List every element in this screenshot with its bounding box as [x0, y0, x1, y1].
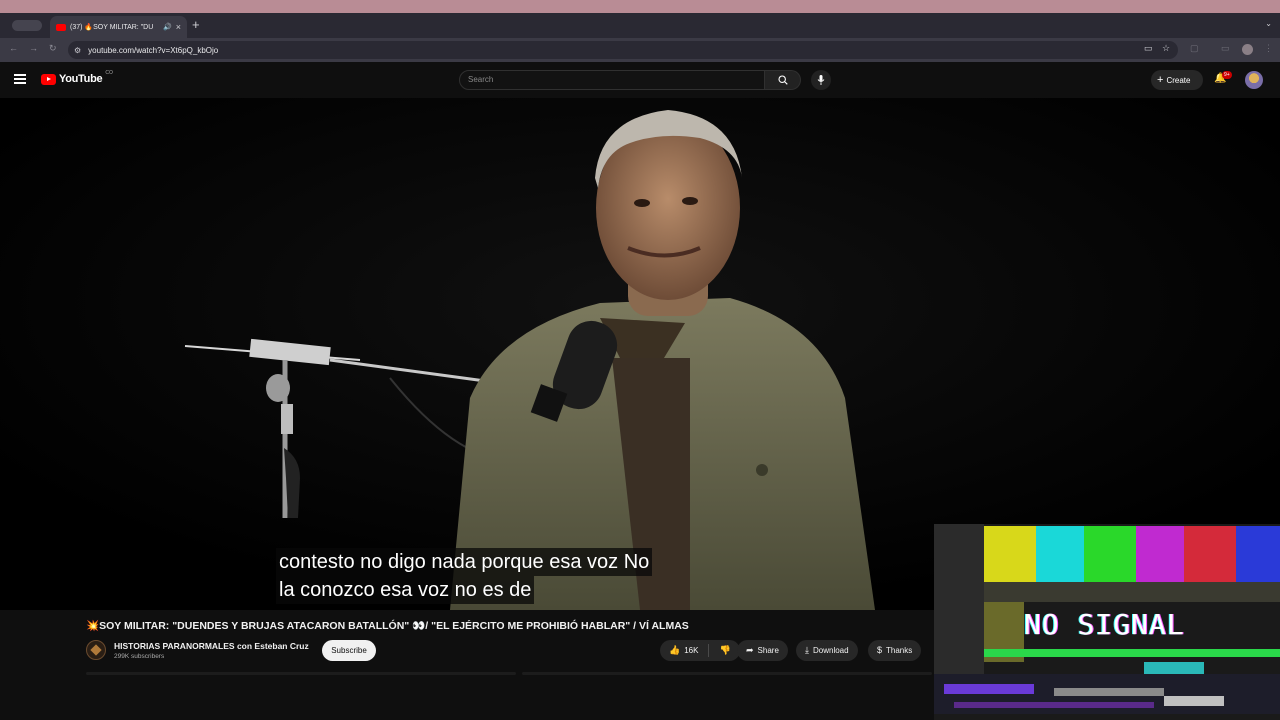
- thumbs-down-icon[interactable]: 👎: [719, 640, 730, 661]
- address-bar[interactable]: ⚙ youtube.com/watch?v=Xt6pQ_kbOjo: [68, 41, 1178, 59]
- youtube-favicon-icon: [56, 23, 66, 31]
- youtube-logo[interactable]: YouTube CO: [41, 70, 113, 85]
- subscriber-count: 299K subscribers: [114, 653, 165, 660]
- speaker-icon[interactable]: 🔊: [163, 23, 172, 31]
- microphone-icon: [817, 75, 825, 85]
- tab-search-chevron-icon[interactable]: ⌄: [1265, 19, 1272, 28]
- like-dislike-group: 👍 16K 👎: [660, 640, 740, 661]
- caption-line-1: contesto no digo nada porque esa voz No: [276, 548, 653, 576]
- reload-icon[interactable]: ↻: [49, 43, 57, 54]
- extensions-icon[interactable]: ▢: [1190, 43, 1199, 54]
- comments-edge: [522, 672, 932, 675]
- voice-search-button[interactable]: [811, 70, 831, 90]
- new-tab-plus-icon[interactable]: +: [192, 18, 200, 32]
- country-code: CO: [105, 70, 113, 76]
- thumbs-up-icon[interactable]: 👍: [669, 640, 680, 661]
- forward-arrow-icon[interactable]: →: [29, 43, 38, 53]
- search-icon: [777, 75, 788, 85]
- create-button[interactable]: + Create: [1151, 70, 1203, 90]
- thanks-button[interactable]: $ Thanks: [868, 640, 922, 661]
- create-label: Create: [1166, 76, 1191, 85]
- share-button[interactable]: ➦ Share: [737, 640, 788, 661]
- share-label: Share: [757, 646, 779, 655]
- browser-tab-youtube[interactable]: (37) 🔥SOY MILITAR: "DU 🔊 ×: [50, 16, 187, 38]
- browser-tab-strip: (37) 🔥SOY MILITAR: "DU 🔊 × + ⌄: [0, 13, 1280, 38]
- like-count[interactable]: 16K: [684, 640, 698, 661]
- search-button[interactable]: [765, 70, 801, 90]
- video-title-text: SOY MILITAR: "DUENDES Y BRUJAS ATACARON …: [99, 620, 689, 632]
- profile-avatar-icon[interactable]: [1242, 44, 1253, 55]
- title-emoji: 💥: [86, 620, 100, 632]
- reading-list-icon[interactable]: ▭: [1221, 43, 1230, 54]
- video-title: 💥SOY MILITAR: "DUENDES Y BRUJAS ATACARON…: [86, 619, 689, 632]
- youtube-play-icon: [41, 73, 56, 85]
- download-label: Download: [812, 646, 849, 655]
- download-button[interactable]: ⤓ Download: [796, 640, 858, 661]
- browser-toolbar: ← → ↻ ⚙ youtube.com/watch?v=Xt6pQ_kbOjo …: [0, 38, 1280, 62]
- caption-line-2: la conozco esa voz no es de: [276, 576, 535, 604]
- description-edge: [86, 672, 516, 675]
- share-arrow-icon: ➦: [746, 645, 754, 655]
- subscribe-button[interactable]: Subscribe: [322, 640, 376, 661]
- channel-avatar[interactable]: [86, 640, 106, 660]
- tab-title: (37) 🔥SOY MILITAR: "DU: [70, 24, 154, 31]
- youtube-wordmark: YouTube: [59, 73, 103, 85]
- url-text: youtube.com/watch?v=Xt6pQ_kbOjo: [88, 45, 219, 55]
- closed-captions: contesto no digo nada porque esa voz No …: [276, 548, 653, 604]
- close-tab-icon[interactable]: ×: [176, 22, 181, 32]
- account-avatar[interactable]: [1245, 71, 1263, 89]
- youtube-header: YouTube CO Search + Create 🔔 9+: [0, 62, 1280, 98]
- bookmark-star-icon[interactable]: ☆: [1162, 43, 1170, 54]
- no-signal-overlay: NO SIGNAL: [934, 524, 1280, 720]
- tab-group-pill[interactable]: [12, 20, 42, 31]
- channel-name[interactable]: HISTORIAS PARANORMALES con Esteban Cruz: [114, 641, 309, 651]
- download-arrow-icon: ⤓: [805, 645, 809, 655]
- thanks-label: Thanks: [886, 646, 913, 655]
- menu-kebab-icon[interactable]: ⋮: [1264, 43, 1273, 54]
- super-thanks-icon: $: [877, 645, 883, 655]
- no-signal-text: NO SIGNAL: [1024, 608, 1185, 641]
- like-divider: [708, 644, 710, 657]
- cast-icon[interactable]: ▭: [1144, 43, 1153, 54]
- back-arrow-icon[interactable]: ←: [9, 43, 18, 53]
- site-info-icon[interactable]: ⚙: [74, 46, 81, 55]
- plus-icon: +: [1157, 74, 1164, 86]
- notification-badge: 9+: [1222, 71, 1232, 79]
- hamburger-menu-icon[interactable]: [14, 74, 26, 84]
- search-input[interactable]: Search: [459, 70, 765, 90]
- macos-menubar: [0, 0, 1280, 13]
